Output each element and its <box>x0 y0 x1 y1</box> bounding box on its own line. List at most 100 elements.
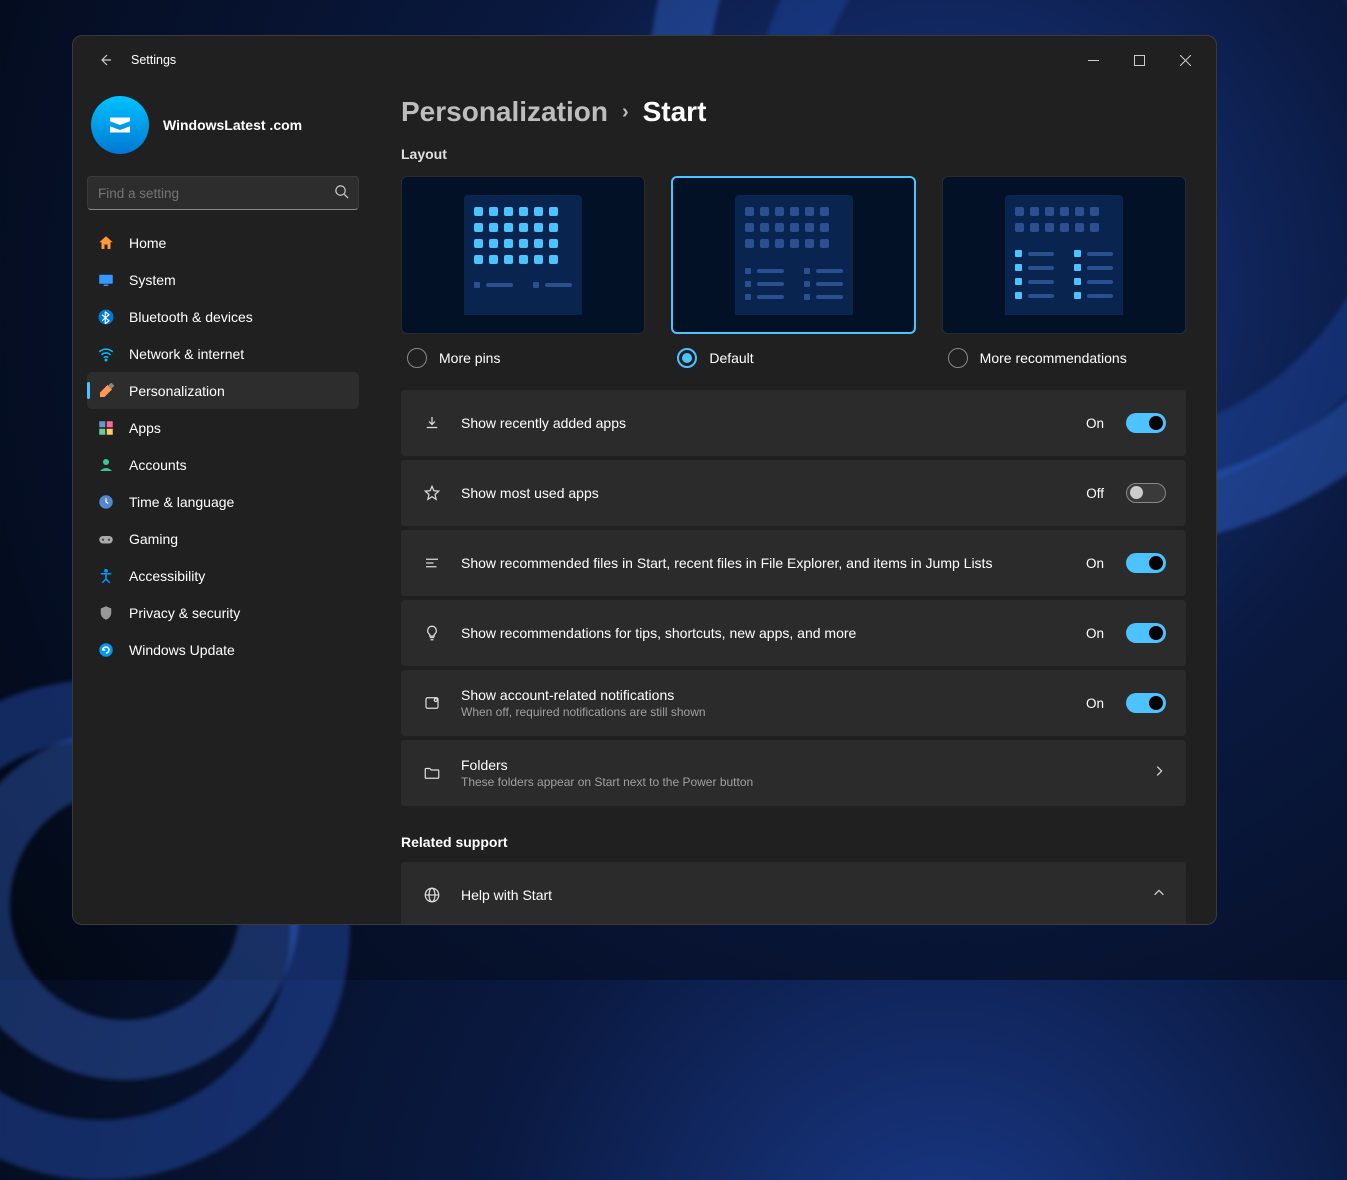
setting-tips: Show recommendations for tips, shortcuts… <box>401 600 1186 666</box>
toggle-state: On <box>1086 416 1104 431</box>
setting-title: Show recently added apps <box>461 415 1068 431</box>
nav-label: Personalization <box>129 383 225 399</box>
layout-thumb-default <box>735 195 853 315</box>
search-input[interactable] <box>87 176 359 210</box>
toggle-state: On <box>1086 696 1104 711</box>
radio-more-pins[interactable]: More pins <box>401 348 645 368</box>
close-icon <box>1180 55 1191 66</box>
layout-card-default[interactable] <box>671 176 917 334</box>
back-button[interactable] <box>85 40 125 80</box>
radio-default[interactable]: Default <box>671 348 915 368</box>
toggle-state: Off <box>1086 486 1104 501</box>
nav-label: Gaming <box>129 531 178 547</box>
search-icon <box>334 184 349 204</box>
nav-label: Apps <box>129 420 161 436</box>
setting-title: Show most used apps <box>461 485 1068 501</box>
radio-more-recs[interactable]: More recommendations <box>942 348 1186 368</box>
radio-label: More recommendations <box>980 350 1127 366</box>
nav-bluetooth[interactable]: Bluetooth & devices <box>87 298 359 335</box>
radio-label: More pins <box>439 350 500 366</box>
settings-window: Settings WindowsLatest .com <box>72 35 1217 925</box>
nav-accounts[interactable]: Accounts <box>87 446 359 483</box>
home-icon <box>97 234 115 252</box>
nav-gaming[interactable]: Gaming <box>87 520 359 557</box>
layout-card-more-recs[interactable] <box>942 176 1186 334</box>
chevron-right-icon: › <box>622 101 629 124</box>
wifi-icon <box>97 345 115 363</box>
gamepad-icon <box>97 530 115 548</box>
help-row[interactable]: Help with Start <box>401 862 1186 924</box>
shield-icon <box>97 604 115 622</box>
sidebar: WindowsLatest .com Home System <box>73 84 373 924</box>
nav-label: Time & language <box>129 494 234 510</box>
setting-folders[interactable]: Folders These folders appear on Start ne… <box>401 740 1186 806</box>
toggle-most-used[interactable] <box>1126 483 1166 503</box>
close-button[interactable] <box>1162 44 1208 76</box>
layout-thumb-more-pins <box>464 195 582 315</box>
radio-icon <box>677 348 697 368</box>
chevron-right-icon <box>1152 764 1166 783</box>
nav-privacy[interactable]: Privacy & security <box>87 594 359 631</box>
setting-title: Show account-related notifications <box>461 687 1068 703</box>
nav-accessibility[interactable]: Accessibility <box>87 557 359 594</box>
radio-icon <box>948 348 968 368</box>
maximize-button[interactable] <box>1116 44 1162 76</box>
chevron-up-icon <box>1152 886 1166 905</box>
globe-icon <box>421 886 443 904</box>
folder-icon <box>421 764 443 782</box>
layout-cards <box>401 176 1186 334</box>
breadcrumb-parent[interactable]: Personalization <box>401 96 608 128</box>
toggle-account-notif[interactable] <box>1126 693 1166 713</box>
setting-desc: When off, required notifications are sti… <box>461 705 1068 719</box>
nav-label: Accessibility <box>129 568 205 584</box>
setting-title: Folders <box>461 757 1134 773</box>
toggle-tips[interactable] <box>1126 623 1166 643</box>
toggle-recently-added[interactable] <box>1126 413 1166 433</box>
accessibility-icon <box>97 567 115 585</box>
breadcrumb: Personalization › Start <box>401 96 1186 128</box>
setting-title: Show recommended files in Start, recent … <box>461 555 1068 571</box>
nav-update[interactable]: Windows Update <box>87 631 359 668</box>
layout-radios: More pins Default More recommendations <box>401 348 1186 368</box>
main-content[interactable]: Personalization › Start Layout <box>373 84 1216 924</box>
avatar-logo-icon <box>105 110 135 140</box>
toggle-state: On <box>1086 556 1104 571</box>
related-heading: Related support <box>401 834 1186 850</box>
profile[interactable]: WindowsLatest .com <box>87 90 359 172</box>
nav-apps[interactable]: Apps <box>87 409 359 446</box>
nav-home[interactable]: Home <box>87 224 359 261</box>
toggle-state: On <box>1086 626 1104 641</box>
setting-desc: These folders appear on Start next to th… <box>461 775 1134 789</box>
nav-label: System <box>129 272 176 288</box>
radio-icon <box>407 348 427 368</box>
nav-label: Privacy & security <box>129 605 240 621</box>
layout-thumb-more-recs <box>1005 195 1123 315</box>
search-box[interactable] <box>87 176 359 210</box>
nav-system[interactable]: System <box>87 261 359 298</box>
clock-icon <box>97 493 115 511</box>
list-icon <box>421 554 443 572</box>
star-icon <box>421 484 443 502</box>
setting-recently-added: Show recently added apps On <box>401 390 1186 456</box>
layout-label: Layout <box>401 146 1186 162</box>
nav-network[interactable]: Network & internet <box>87 335 359 372</box>
nav-time[interactable]: Time & language <box>87 483 359 520</box>
download-icon <box>421 414 443 432</box>
nav-label: Windows Update <box>129 642 235 658</box>
nav-label: Home <box>129 235 166 251</box>
nav-list: Home System Bluetooth & devices Network … <box>87 224 359 668</box>
person-icon <box>97 456 115 474</box>
layout-card-more-pins[interactable] <box>401 176 645 334</box>
minimize-button[interactable] <box>1070 44 1116 76</box>
bluetooth-icon <box>97 308 115 326</box>
radio-label: Default <box>709 350 753 366</box>
nav-personalization[interactable]: Personalization <box>87 372 359 409</box>
system-icon <box>97 271 115 289</box>
breadcrumb-current: Start <box>643 96 707 128</box>
setting-recommended-files: Show recommended files in Start, recent … <box>401 530 1186 596</box>
update-icon <box>97 641 115 659</box>
window-title: Settings <box>131 53 176 67</box>
toggle-recommended-files[interactable] <box>1126 553 1166 573</box>
minimize-icon <box>1088 55 1099 66</box>
arrow-left-icon <box>97 52 113 68</box>
